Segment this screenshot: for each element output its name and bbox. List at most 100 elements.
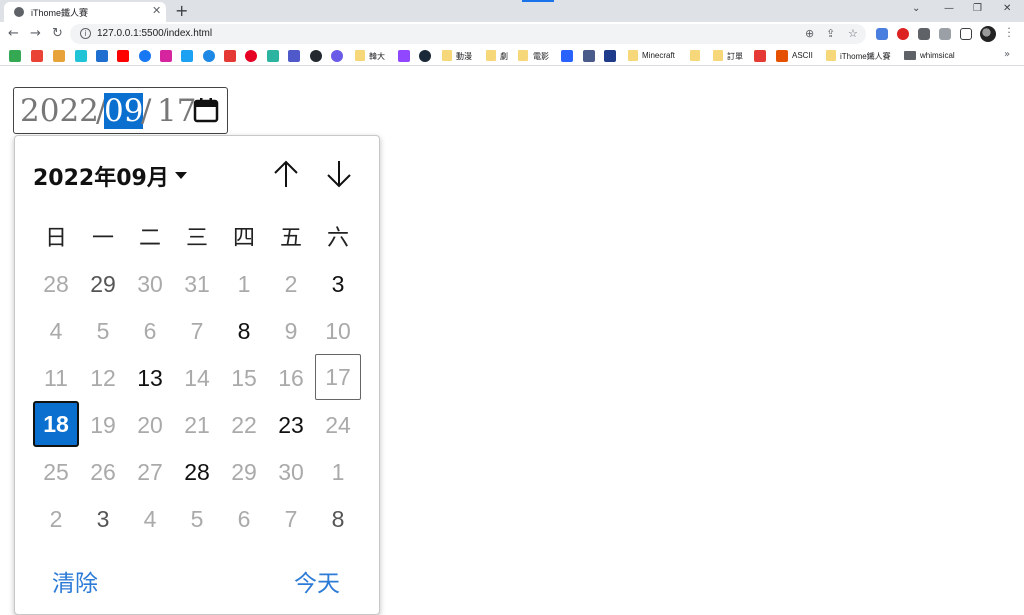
calendar-day[interactable]: 2 xyxy=(268,261,314,307)
avatar[interactable] xyxy=(980,26,996,42)
calendar-day[interactable]: 23 xyxy=(268,402,314,448)
calendar-day[interactable]: 3 xyxy=(315,261,361,307)
date-month-segment[interactable]: 09 xyxy=(104,93,144,129)
calendar-day[interactable]: 9 xyxy=(268,308,314,354)
calendar-day[interactable]: 12 xyxy=(80,355,126,401)
bookmark-label[interactable]: Minecraft xyxy=(642,51,675,60)
instagram-icon[interactable] xyxy=(160,50,172,62)
calendar-day[interactable]: 31 xyxy=(174,261,220,307)
calendar-day[interactable]: 7 xyxy=(268,496,314,542)
teams-icon[interactable] xyxy=(288,50,300,62)
date-year-segment[interactable]: 2022 xyxy=(20,93,99,129)
calendar-day[interactable]: 24 xyxy=(315,402,361,448)
calendar-day-today[interactable]: 18 xyxy=(33,401,79,447)
new-tab-button[interactable]: + xyxy=(175,1,188,21)
twitch-icon[interactable] xyxy=(398,50,410,62)
address-bar[interactable]: i 127.0.0.1:5500/index.html ⊕ ⇪ ☆ xyxy=(70,24,866,44)
calendar-day[interactable]: 19 xyxy=(80,402,126,448)
calendar-day[interactable]: 29 xyxy=(221,449,267,495)
next-month-button[interactable] xyxy=(323,158,355,190)
star-icon[interactable]: ☆ xyxy=(848,27,858,40)
calendar-day[interactable]: 21 xyxy=(174,402,220,448)
reading-list-icon[interactable] xyxy=(939,28,951,40)
calendar-day-selected[interactable]: 17 xyxy=(315,354,361,400)
bookmark-label[interactable]: 韓大 xyxy=(369,51,385,62)
info-icon[interactable]: i xyxy=(80,28,91,39)
tab-search-icon[interactable]: ⌄ xyxy=(912,3,920,14)
facebook-icon[interactable] xyxy=(139,50,151,62)
minimize-button[interactable]: — xyxy=(944,3,954,14)
github-icon[interactable] xyxy=(310,50,322,62)
calendar-day[interactable]: 11 xyxy=(33,355,79,401)
drive-icon[interactable] xyxy=(9,50,21,62)
bookmark-icon[interactable] xyxy=(331,50,343,62)
menu-icon[interactable]: · · · xyxy=(1006,23,1012,42)
bookmark-icon[interactable] xyxy=(96,50,108,62)
month-year-selector[interactable]: 2022年09月 xyxy=(33,160,169,192)
opera-icon[interactable] xyxy=(897,28,909,40)
calendar-day[interactable]: 8 xyxy=(315,496,361,542)
side-panel-icon[interactable] xyxy=(960,28,972,40)
clear-button[interactable]: 清除 xyxy=(52,564,98,598)
caret-down-icon[interactable] xyxy=(175,172,187,179)
calendar-day[interactable]: 5 xyxy=(80,308,126,354)
calendar-day[interactable]: 4 xyxy=(33,308,79,354)
bookmark-label[interactable]: iThome鐵人賽 xyxy=(840,51,891,62)
bookmark-icon[interactable] xyxy=(267,50,279,62)
bookmarks-overflow-icon[interactable]: » xyxy=(1004,49,1010,60)
date-input[interactable]: 2022 / 09 / 17 xyxy=(13,87,228,134)
calendar-day[interactable]: 10 xyxy=(315,308,361,354)
forward-arrow-icon[interactable]: → xyxy=(30,26,41,42)
slack-icon[interactable] xyxy=(53,50,65,62)
calendar-day[interactable]: 22 xyxy=(221,402,267,448)
calendar-day[interactable]: 3 xyxy=(80,496,126,542)
bookmark-label[interactable]: 動漫 xyxy=(456,51,472,62)
tab-active[interactable]: iThome鐵人賽 ✕ xyxy=(4,2,166,22)
bookmark-label[interactable]: 訂單 xyxy=(727,51,743,62)
calendar-day[interactable]: 30 xyxy=(127,261,173,307)
calendar-day[interactable]: 6 xyxy=(221,496,267,542)
calendar-day[interactable]: 27 xyxy=(127,449,173,495)
bookmark-label[interactable]: ASCII xyxy=(792,51,813,60)
bookmark-icon[interactable] xyxy=(75,50,87,62)
bookmark-icon[interactable] xyxy=(604,50,616,62)
bookmark-icon[interactable] xyxy=(203,50,215,62)
calendar-day[interactable]: 2 xyxy=(33,496,79,542)
bookmark-icon[interactable] xyxy=(224,50,236,62)
calendar-day[interactable]: 4 xyxy=(127,496,173,542)
calendar-day[interactable]: 7 xyxy=(174,308,220,354)
window-close-button[interactable]: ✕ xyxy=(1003,3,1011,14)
twitter-icon[interactable] xyxy=(181,50,193,62)
calendar-day[interactable]: 28 xyxy=(33,261,79,307)
calendar-day[interactable]: 15 xyxy=(221,355,267,401)
date-day-segment[interactable]: 17 xyxy=(157,93,196,129)
bookmark-icon[interactable] xyxy=(754,50,766,62)
today-button[interactable]: 今天 xyxy=(294,564,340,598)
calendar-day[interactable]: 16 xyxy=(268,355,314,401)
calendar-day[interactable]: 14 xyxy=(174,355,220,401)
calendar-icon[interactable] xyxy=(192,96,220,124)
pinterest-icon[interactable] xyxy=(245,50,257,62)
calendar-day[interactable]: 20 xyxy=(127,402,173,448)
gmail-icon[interactable] xyxy=(31,50,43,62)
bookmark-icon[interactable] xyxy=(776,50,788,62)
restore-button[interactable]: ❐ xyxy=(973,3,982,14)
calendar-day[interactable]: 13 xyxy=(127,355,173,401)
calendar-day[interactable]: 8 xyxy=(221,308,267,354)
calendar-day[interactable]: 25 xyxy=(33,449,79,495)
previous-month-button[interactable] xyxy=(270,158,302,190)
calendar-day[interactable]: 29 xyxy=(80,261,126,307)
calendar-day[interactable]: 28 xyxy=(174,449,220,495)
calendar-day[interactable]: 6 xyxy=(127,308,173,354)
bookmark-label[interactable]: whimsical xyxy=(920,51,955,60)
close-icon[interactable]: ✕ xyxy=(152,4,161,17)
bookmark-icon[interactable] xyxy=(561,50,573,62)
calendar-day[interactable]: 30 xyxy=(268,449,314,495)
extensions-icon[interactable] xyxy=(918,28,930,40)
calendar-day[interactable]: 1 xyxy=(315,449,361,495)
bookmark-label[interactable]: 劇 xyxy=(500,51,508,62)
youtube-icon[interactable] xyxy=(117,50,129,62)
zoom-icon[interactable]: ⊕ xyxy=(805,27,814,40)
back-arrow-icon[interactable]: ← xyxy=(8,26,19,42)
steam-icon[interactable] xyxy=(419,50,431,62)
